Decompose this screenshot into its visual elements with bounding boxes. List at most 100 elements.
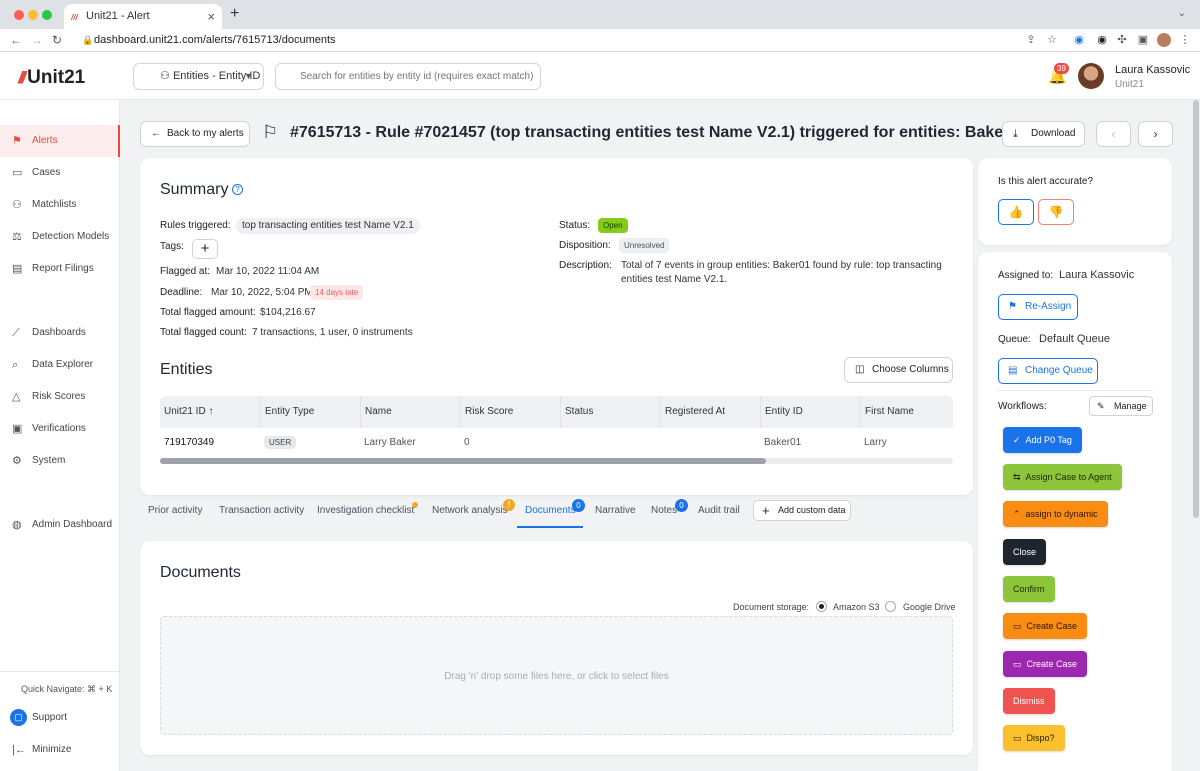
maximize-window-button[interactable]: [42, 10, 52, 20]
share-icon[interactable]: ⇪: [1024, 33, 1038, 47]
sidebar-toggle-icon[interactable]: ▣: [1136, 33, 1150, 47]
reload-icon[interactable]: ↻: [52, 33, 62, 47]
column-header-status[interactable]: Status: [560, 396, 660, 428]
previous-alert-button[interactable]: ‹: [1096, 121, 1131, 147]
column-header-name[interactable]: Name: [360, 396, 460, 428]
extension-icon[interactable]: ◉: [1072, 33, 1086, 47]
column-header-first-name[interactable]: First Name: [860, 396, 953, 428]
bookmark-star-icon[interactable]: ☆: [1045, 33, 1059, 47]
download-button[interactable]: ⤓ Download: [1002, 121, 1085, 147]
column-header-unit21-id[interactable]: Unit21 ID ↑: [160, 396, 260, 428]
column-header-label: Risk Score: [465, 406, 514, 417]
support-button[interactable]: Support: [0, 702, 120, 734]
sidebar-item-report-filings[interactable]: ▤ Report Filings: [0, 253, 120, 285]
sidebar-item-label: Data Explorer: [32, 359, 94, 370]
tab-notes[interactable]: Notes: [651, 505, 677, 516]
sidebar-item-dashboards[interactable]: ⟋ Dashboards: [0, 317, 120, 349]
plus-icon: +: [762, 503, 770, 518]
sidebar-item-matchlists[interactable]: ⚇ Matchlists: [0, 189, 120, 221]
download-icon: ⤓: [1013, 128, 1018, 140]
entity-type-select[interactable]: ⚇ Entities - Entity ID ▼: [133, 63, 264, 90]
browser-tab-title: Unit21 - Alert: [86, 10, 150, 22]
amazon-s3-label[interactable]: Amazon S3: [833, 602, 880, 612]
sidebar-item-cases[interactable]: ▭ Cases: [0, 157, 120, 189]
puzzle-extensions-icon[interactable]: ✣: [1115, 33, 1129, 47]
browser-tab[interactable]: /// Unit21 - Alert ×: [64, 4, 222, 29]
sidebar-item-system[interactable]: ⚙ System: [0, 445, 120, 477]
close-tab-icon[interactable]: ×: [207, 9, 215, 24]
extension-icon[interactable]: ◉: [1095, 33, 1109, 47]
close-window-button[interactable]: [14, 10, 24, 20]
gear-icon: ⚙: [12, 455, 22, 467]
entity-type-chip: USER: [264, 436, 297, 449]
workflows-divider: [998, 390, 1153, 391]
thumbs-down-button[interactable]: 👎: [1038, 199, 1074, 225]
sidebar-item-data-explorer[interactable]: ⌕ Data Explorer: [0, 349, 120, 381]
tab-narrative[interactable]: Narrative: [595, 505, 636, 516]
flagged-amount-value: $104,216.67: [260, 307, 316, 318]
flagged-at-value: Mar 10, 2022 11:04 AM: [216, 266, 320, 277]
add-custom-data-button[interactable]: + Add custom data: [753, 500, 851, 521]
workflow-button[interactable]: Confirm: [1003, 576, 1055, 602]
new-tab-icon[interactable]: +: [230, 5, 239, 23]
workflow-button[interactable]: Dismiss: [1003, 688, 1055, 714]
entity-search-input[interactable]: [275, 63, 541, 90]
tab-transaction-activity[interactable]: Transaction activity: [219, 505, 304, 516]
unit21-logo[interactable]: /// Unit21: [18, 67, 85, 89]
sidebar-item-detection-models[interactable]: ⚖ Detection Models: [0, 221, 120, 253]
disposition-label: Disposition:: [559, 240, 611, 251]
manage-workflows-button[interactable]: ✎ Manage: [1089, 396, 1153, 416]
avatar[interactable]: [1078, 63, 1104, 89]
workflow-button[interactable]: ▭ Create Case: [1003, 651, 1088, 677]
minimize-sidebar-button[interactable]: |← Minimize: [0, 734, 120, 766]
change-queue-button[interactable]: ▤ Change Queue: [998, 358, 1098, 384]
user-name[interactable]: Laura Kassovic: [1115, 64, 1190, 76]
tab-audit-trail[interactable]: Audit trail: [698, 505, 740, 516]
workflow-button[interactable]: ▭ Create Case: [1003, 613, 1088, 639]
workflow-button[interactable]: ✓ Add P0 Tag: [1003, 427, 1082, 453]
browser-menu-icon[interactable]: ⋮: [1178, 33, 1192, 47]
thumbs-up-button[interactable]: 👍: [998, 199, 1034, 225]
back-arrow-icon[interactable]: ←: [10, 33, 22, 47]
cell-unit21-id[interactable]: 719170349: [164, 437, 214, 448]
workflow-button[interactable]: Close: [1003, 539, 1047, 565]
column-header-registered-at[interactable]: Registered At: [660, 396, 760, 428]
sidebar-item-alerts[interactable]: ⚑ Alerts: [0, 125, 120, 157]
workflow-button[interactable]: ⌃ assign to dynamic: [1003, 501, 1108, 527]
tab-prior-activity[interactable]: Prior activity: [148, 505, 202, 516]
google-drive-label[interactable]: Google Drive: [903, 602, 956, 612]
back-to-alerts-button[interactable]: ← Back to my alerts: [140, 121, 250, 147]
re-assign-button[interactable]: ⚑ Re-Assign: [998, 294, 1078, 320]
scrollbar-thumb[interactable]: [160, 458, 766, 464]
file-dropzone[interactable]: Drag 'n' drop some files here, or click …: [160, 616, 953, 735]
column-header-entity-type[interactable]: Entity Type: [260, 396, 360, 428]
column-header-risk-score[interactable]: Risk Score: [460, 396, 560, 428]
rule-chip[interactable]: top transacting entities test Name V2.1: [236, 218, 420, 234]
tab-network-analysis[interactable]: Network analysis: [432, 505, 508, 516]
workflow-label: Confirm: [1013, 584, 1045, 594]
cell-risk-score: 0: [464, 437, 470, 448]
choose-columns-button[interactable]: ◫ Choose Columns: [844, 357, 953, 383]
url-text: dashboard.unit21.com/alerts/7615713/docu…: [94, 34, 336, 46]
next-alert-button[interactable]: ›: [1138, 121, 1173, 147]
scrollbar-thumb[interactable]: [1193, 100, 1199, 518]
tab-list-chevron-icon[interactable]: ⌄: [1178, 8, 1186, 19]
page-vertical-scrollbar[interactable]: [1192, 100, 1200, 771]
forward-arrow-icon[interactable]: →: [31, 33, 43, 47]
add-tag-button[interactable]: +: [192, 239, 218, 259]
tab-investigation-checklist[interactable]: Investigation checklist: [317, 505, 414, 516]
sidebar-item-admin-dashboard[interactable]: ◍ Admin Dashboard: [0, 509, 120, 541]
profile-avatar-icon[interactable]: [1157, 33, 1171, 47]
tab-documents[interactable]: Documents: [525, 505, 576, 516]
sidebar-item-verifications[interactable]: ▣ Verifications: [0, 413, 120, 445]
table-horizontal-scrollbar[interactable]: [160, 458, 953, 464]
column-header-entity-id[interactable]: Entity ID: [760, 396, 860, 428]
amazon-s3-radio[interactable]: [816, 601, 827, 612]
workflow-button[interactable]: ▭ Dispo?: [1003, 725, 1065, 751]
url-field[interactable]: 🔒 dashboard.unit21.com/alerts/7615713/do…: [80, 31, 1070, 50]
minimize-window-button[interactable]: [28, 10, 38, 20]
google-drive-radio[interactable]: [885, 601, 896, 612]
workflow-button[interactable]: ⇆ Assign Case to Agent: [1003, 464, 1122, 490]
help-icon[interactable]: ?: [232, 184, 243, 195]
sidebar-item-risk-scores[interactable]: △ Risk Scores: [0, 381, 120, 413]
